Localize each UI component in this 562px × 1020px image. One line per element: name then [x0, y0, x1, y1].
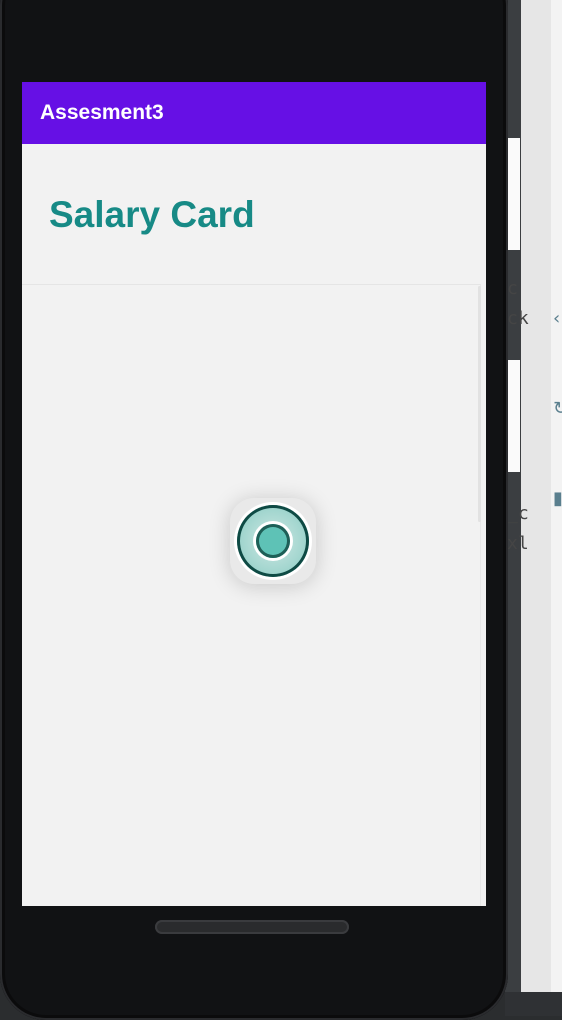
app-title: Assesment3: [40, 101, 164, 124]
loading-spinner-icon: [230, 498, 316, 584]
scrollbar[interactable]: [478, 286, 481, 522]
spinner-ring: [237, 505, 309, 577]
spinner-outer: [234, 502, 312, 580]
ide-text-fragment: _c: [507, 503, 529, 524]
page-title: Salary Card: [49, 194, 255, 235]
spinner-center: [256, 524, 290, 558]
ide-arrow-icon[interactable]: ‹: [553, 310, 560, 328]
app-bar: Assesment3: [22, 82, 486, 144]
ide-text-fragment: c: [507, 278, 518, 299]
ide-bottom-bar: [505, 992, 562, 1016]
ide-rotate-icon[interactable]: ↻: [553, 400, 562, 418]
ide-text-fragment: xl: [507, 533, 529, 554]
bottom-speaker: [155, 920, 349, 934]
ide-card: [506, 360, 520, 472]
content-area[interactable]: [22, 284, 481, 906]
ide-text-fragment: ck: [507, 308, 529, 329]
app-screen: Assesment3 Salary Card: [22, 82, 486, 906]
ide-device-icon[interactable]: ▮: [553, 490, 562, 508]
ide-card: [506, 138, 520, 250]
